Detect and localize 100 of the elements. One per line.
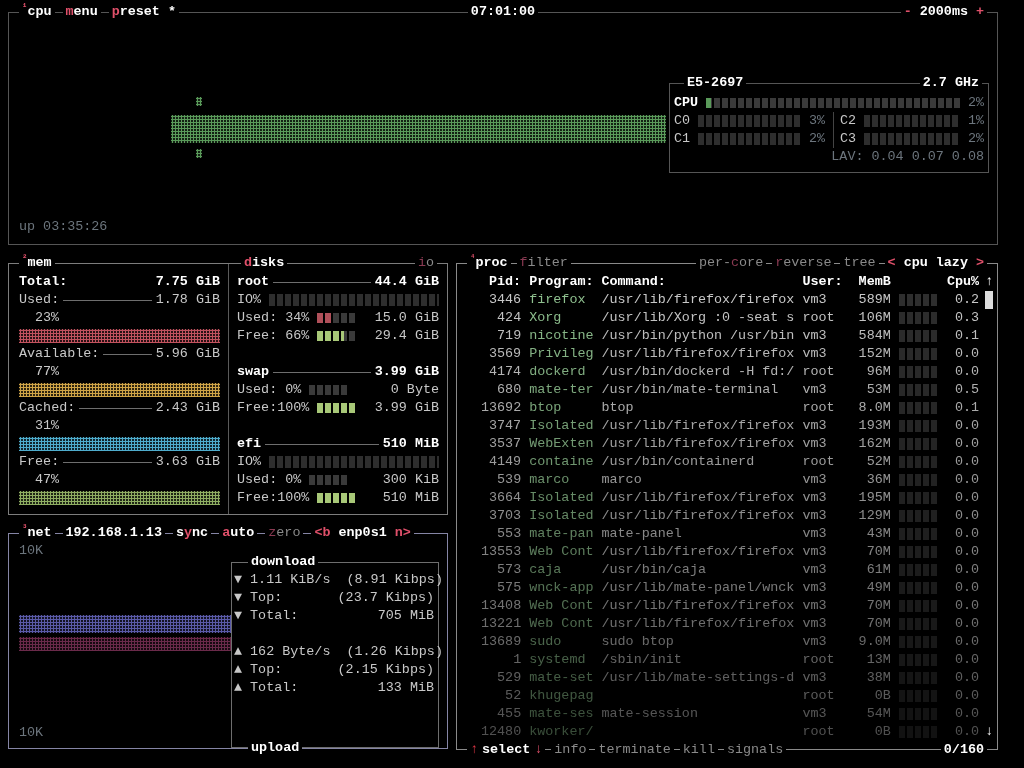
mem-percent: 23% (35, 310, 60, 325)
cpu-cell-text: 0.5 (954, 381, 980, 399)
user-cell-text: vm3 (802, 435, 828, 453)
column-header[interactable]: Command: (601, 273, 795, 291)
program-cell: mate-pan (529, 525, 594, 543)
user-cell-text: root (802, 399, 836, 417)
memory-cell-text: 9.0M (857, 633, 891, 651)
cpu-history-graph (898, 600, 939, 612)
load-average: LAV: 0.04 0.07 0.08 (831, 149, 984, 164)
cpu-history-graph (898, 492, 939, 504)
command-cell-text: /usr/bin/caja (601, 561, 707, 579)
empty-meter (309, 385, 350, 395)
cpu-cell-text: 0.0 (954, 417, 980, 435)
up-arrow-icon: ▲ (234, 661, 243, 679)
next-interface-button[interactable]: n> (394, 524, 411, 542)
user-cell-text: vm3 (802, 579, 828, 597)
memory-cell-text: 13M (865, 651, 891, 669)
pid-cell: 13221 (481, 615, 522, 633)
core-percent: 2% (967, 130, 984, 148)
core-percent: 1% (967, 112, 984, 130)
pid-cell-text: 3664 (488, 489, 522, 507)
cpu-cell-text: 0.0 (954, 633, 980, 651)
sort-field: cpu lazy (903, 254, 968, 272)
command-cell: /usr/lib/firefox/firefox (601, 615, 795, 633)
cpu-history-graph (898, 366, 939, 378)
core-percent: 2% (808, 130, 825, 148)
memory-cell-text: 43M (865, 525, 891, 543)
user-cell-text: vm3 (802, 507, 828, 525)
program-cell-text: btop (529, 399, 563, 417)
column-header[interactable]: Program: (529, 273, 594, 291)
user-cell-text: vm3 (802, 705, 828, 723)
empty-meter (309, 475, 350, 485)
command-cell-text: marco (601, 471, 643, 489)
memory-cell-text: 70M (865, 543, 891, 561)
mem-label: Free: (19, 453, 60, 471)
cpu-history-graph (898, 384, 939, 396)
cpu-cell-text: 0.0 (954, 651, 980, 669)
next-sort-button[interactable]: > (975, 254, 984, 272)
command-cell: /usr/lib/firefox/firefox (601, 417, 795, 435)
cpu-cell-text: 0.0 (954, 579, 980, 597)
mem-label: Cached: (19, 399, 76, 417)
net-stat-label: Top: (250, 589, 283, 607)
footer-action[interactable]: select (482, 741, 531, 759)
pid-cell-text: 424 (496, 309, 522, 327)
command-cell-text: /usr/bin/containerd (601, 453, 756, 471)
cpu-cell-text: 0.0 (954, 597, 980, 615)
meter-value: 3.99 GiB (374, 399, 439, 417)
memory-cell-text: 96M (865, 363, 891, 381)
user-cell-text: root (802, 723, 836, 741)
previous-sort-button[interactable]: < (887, 254, 896, 272)
pid-cell-text: 529 (496, 669, 522, 687)
program-cell-text: sudo (529, 633, 563, 651)
option-toggle[interactable]: preset * (108, 3, 179, 21)
column-header[interactable]: MemB (850, 273, 891, 291)
user-cell-text: root (802, 651, 836, 669)
footer-action[interactable]: info (554, 741, 587, 759)
program-cell: Privileg (529, 345, 594, 363)
user-cell-text: vm3 (802, 291, 828, 309)
increase-button[interactable]: + (975, 3, 984, 21)
previous-interface-button[interactable]: <b (314, 524, 331, 542)
cpu-cell-text: 0.0 (954, 615, 980, 633)
program-cell: wnck-app (529, 579, 594, 597)
command-cell-text: /usr/bin/mate-terminal (601, 381, 780, 399)
cpu-cell-text: 0.0 (954, 507, 980, 525)
pid-cell-text: 4149 (488, 453, 522, 471)
memory-cell-text: 70M (865, 615, 891, 633)
core-percent: 3% (808, 112, 825, 130)
decrease-button[interactable]: - (903, 3, 912, 21)
memory-cell-text: 589M (857, 291, 891, 309)
cpu-history-graph (898, 420, 939, 432)
mem-value: 7.75 GiB (155, 273, 220, 291)
mem-label: Total: (19, 273, 68, 291)
command-cell-text: /sbin/init (601, 651, 683, 669)
footer-action[interactable]: terminate (598, 741, 671, 759)
cpu-history-graph (898, 312, 939, 324)
memory-cell-text: 106M (857, 309, 891, 327)
column-header[interactable]: Pid: (481, 273, 522, 291)
scrollbar-thumb[interactable] (985, 291, 994, 309)
cpu-cell-text: 0.0 (954, 561, 980, 579)
pid-cell-text: 719 (496, 327, 522, 345)
meter-value: 15.0 GiB (374, 309, 439, 327)
program-cell: Web Cont (529, 597, 594, 615)
scroll-down-button[interactable]: ↓ (985, 723, 994, 741)
cpu-cell-text: 0.2 (954, 291, 980, 309)
user-cell-text: vm3 (802, 633, 828, 651)
scroll-up-button[interactable]: ↑ (985, 273, 994, 291)
cpu-history-graph (898, 474, 939, 486)
column-header[interactable]: User: (802, 273, 843, 291)
pid-cell-text: 4174 (488, 363, 522, 381)
cpu-history-graph (898, 636, 939, 648)
cpu-history-graph (898, 582, 939, 594)
column-header[interactable]: Cpu% (947, 273, 980, 291)
footer-action[interactable]: kill (682, 741, 715, 759)
footer-action[interactable]: signals (726, 741, 784, 759)
cpu-history-graph (898, 348, 939, 360)
meter-label: CPU (674, 94, 699, 112)
program-cell-text: dockerd (529, 363, 587, 381)
disk-name: efi (237, 435, 262, 453)
pid-cell-text: 3446 (488, 291, 522, 309)
memory-cell-text: 195M (857, 489, 891, 507)
